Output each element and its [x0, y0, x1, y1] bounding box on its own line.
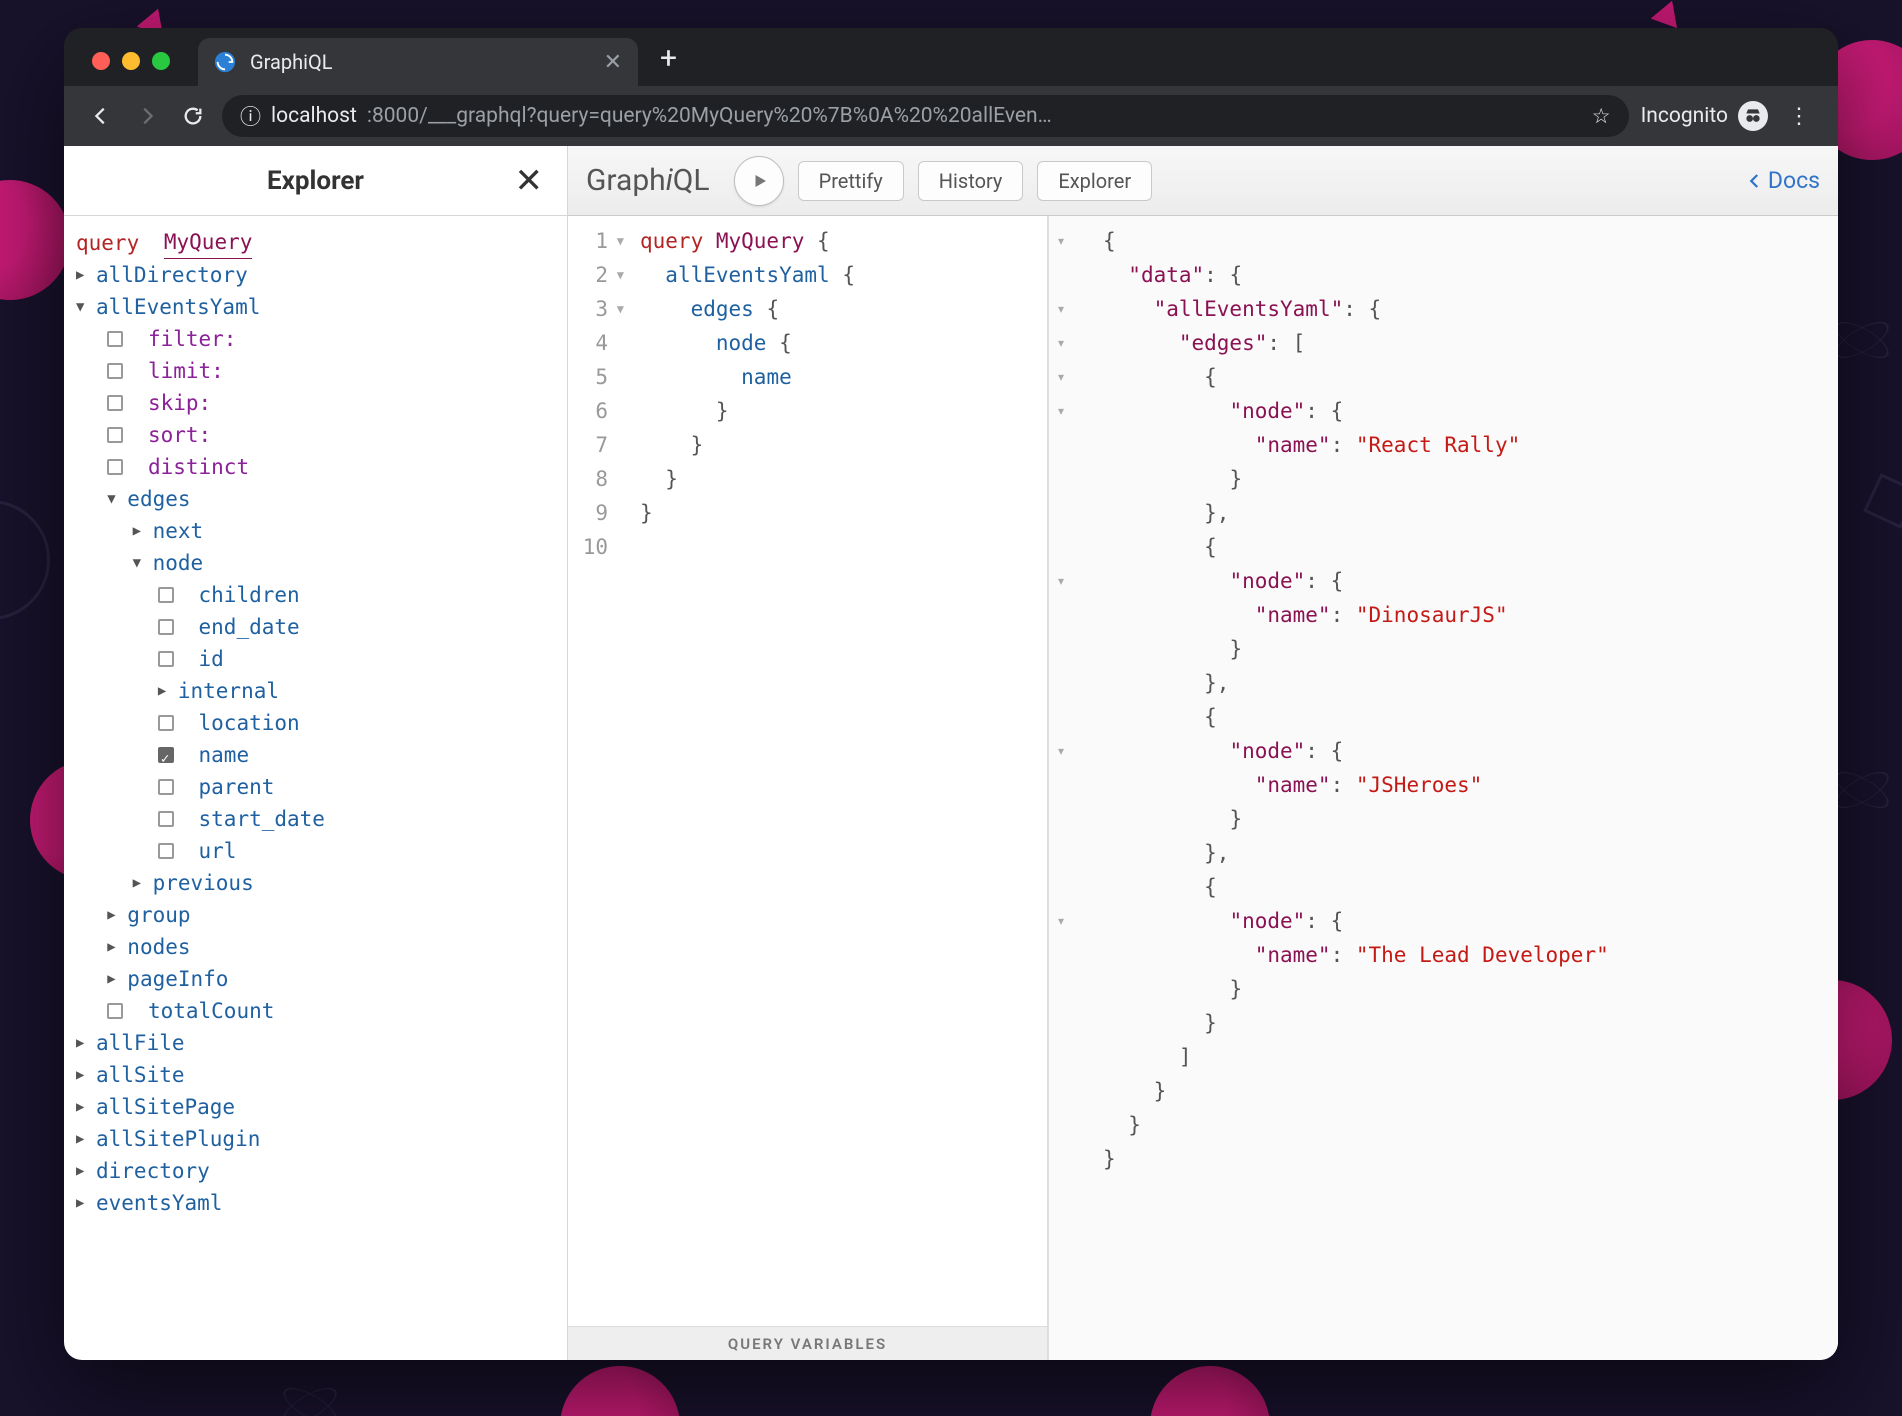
editor-result-panes: 1▼2▼3▼45678910 query MyQuery { allEvents…: [568, 216, 1838, 1360]
address-bar[interactable]: ⓘ localhost :8000/___graphql?query=query%…: [222, 95, 1629, 137]
result-pane: ▾ ▾▾▾▾ ▾ ▾ ▾ { "data": { "allEventsYaml"…: [1048, 216, 1838, 1360]
explorer-close-icon[interactable]: ✕: [515, 161, 544, 201]
explorer-header: Explorer ✕: [64, 146, 567, 216]
query-variables-bar[interactable]: QUERY VARIABLES: [568, 1326, 1047, 1360]
browser-menu-icon[interactable]: ⋮: [1780, 104, 1818, 129]
site-info-icon[interactable]: ⓘ: [240, 101, 261, 131]
page-content: Explorer ✕ query MyQuery▶allDirectory▼al…: [64, 146, 1838, 1360]
window-controls: [82, 52, 180, 86]
close-tab-icon[interactable]: ✕: [604, 50, 622, 75]
incognito-icon: [1738, 101, 1768, 131]
prettify-button[interactable]: Prettify: [798, 161, 904, 201]
incognito-indicator: Incognito: [1641, 101, 1768, 131]
back-icon[interactable]: [84, 99, 118, 133]
address-bar-row: ⓘ localhost :8000/___graphql?query=query%…: [64, 86, 1838, 146]
forward-icon: [130, 99, 164, 133]
result-json[interactable]: { "data": { "allEventsYaml": { "edges": …: [1073, 216, 1617, 1184]
graphiql-toolbar: GraphiQL Prettify History Explorer Docs: [568, 146, 1838, 216]
url-path: :8000/___graphql?query=query%20MyQuery%2…: [367, 104, 1052, 128]
explorer-title: Explorer: [267, 166, 364, 196]
history-button[interactable]: History: [918, 161, 1024, 201]
explorer-panel: Explorer ✕ query MyQuery▶allDirectory▼al…: [64, 146, 568, 1360]
line-gutter: 1▼2▼3▼45678910: [568, 224, 618, 1326]
maximize-window-icon[interactable]: [152, 52, 170, 70]
tab-title: GraphiQL: [250, 50, 333, 74]
url-host: localhost: [271, 104, 357, 128]
result-fold-gutter: ▾ ▾▾▾▾ ▾ ▾ ▾: [1049, 216, 1073, 1184]
graphiql-main: GraphiQL Prettify History Explorer Docs …: [568, 146, 1838, 1360]
explorer-tree[interactable]: query MyQuery▶allDirectory▼allEventsYaml…: [64, 216, 567, 1229]
query-source[interactable]: query MyQuery { allEventsYaml { edges { …: [618, 224, 1047, 1326]
docs-toggle[interactable]: Docs: [1746, 167, 1820, 194]
close-window-icon[interactable]: [92, 52, 110, 70]
explorer-button[interactable]: Explorer: [1037, 161, 1152, 201]
new-tab-icon[interactable]: +: [660, 41, 677, 86]
graphiql-logo: GraphiQL: [586, 163, 710, 198]
browser-window: GraphiQL ✕ + ⓘ localhost :8000/___graphql…: [64, 28, 1838, 1360]
incognito-label: Incognito: [1641, 104, 1728, 128]
docs-label: Docs: [1768, 167, 1820, 194]
execute-button[interactable]: [734, 156, 784, 206]
tab-strip: GraphiQL ✕ +: [64, 28, 1838, 86]
query-editor[interactable]: 1▼2▼3▼45678910 query MyQuery { allEvents…: [568, 216, 1048, 1360]
browser-tab[interactable]: GraphiQL ✕: [198, 38, 638, 86]
gatsby-favicon-icon: [214, 51, 236, 73]
minimize-window-icon[interactable]: [122, 52, 140, 70]
reload-icon[interactable]: [176, 99, 210, 133]
bookmark-star-icon[interactable]: ☆: [1592, 104, 1611, 129]
